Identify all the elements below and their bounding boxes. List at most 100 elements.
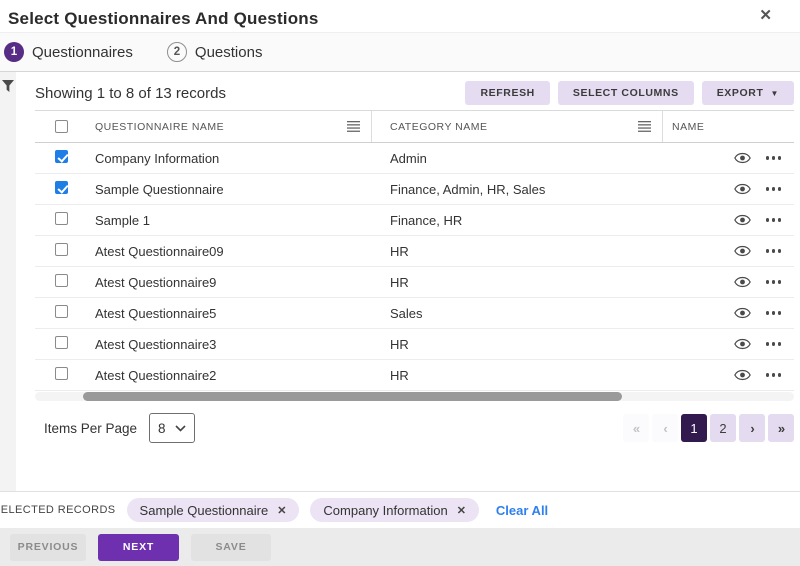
view-eye-icon[interactable] [734, 152, 751, 164]
cell-questionnaire-name: Atest Questionnaire09 [95, 244, 372, 259]
horizontal-scrollbar-thumb[interactable] [83, 392, 622, 401]
view-eye-icon[interactable] [734, 338, 751, 350]
view-eye-icon[interactable] [734, 245, 751, 257]
main-area: Showing 1 to 8 of 13 records REFRESH SEL… [0, 72, 800, 491]
export-button[interactable]: EXPORT ▼ [702, 81, 794, 105]
cell-category-name: HR [372, 337, 663, 352]
select-columns-button-label: SELECT COLUMNS [573, 87, 679, 99]
table-row: Company Information Admin [35, 143, 794, 174]
save-button[interactable]: SAVE [191, 534, 271, 561]
items-per-page-label: Items Per Page [44, 421, 137, 436]
cell-questionnaire-name: Atest Questionnaire5 [95, 306, 372, 321]
footer-bar: PREVIOUS NEXT SAVE [0, 528, 800, 566]
view-eye-icon[interactable] [734, 276, 751, 288]
table-row: Sample 1 Finance, HR [35, 205, 794, 236]
row-menu-icon[interactable] [766, 280, 782, 284]
previous-button[interactable]: PREVIOUS [10, 534, 86, 561]
records-count-text: Showing 1 to 8 of 13 records [35, 85, 226, 102]
row-checkbox[interactable] [55, 150, 68, 163]
step-questionnaires[interactable]: 1 Questionnaires [4, 42, 133, 62]
page-2-button[interactable]: 2 [710, 414, 736, 442]
table-row: Atest Questionnaire2 HR [35, 360, 794, 391]
row-checkbox[interactable] [55, 243, 68, 256]
pager-row: Items Per Page 8 «‹12›» [35, 413, 794, 443]
page-1-button[interactable]: 1 [681, 414, 707, 442]
table-panel: Showing 1 to 8 of 13 records REFRESH SEL… [35, 80, 794, 443]
selected-records-bar: SELECTED RECORDS Sample Questionnaire ✕ … [0, 491, 800, 528]
refresh-button[interactable]: REFRESH [465, 81, 549, 105]
cell-questionnaire-name: Sample 1 [95, 213, 372, 228]
close-icon[interactable]: ✕ [759, 8, 772, 23]
cell-category-name: Finance, Admin, HR, Sales [372, 182, 663, 197]
selected-record-chip: Company Information ✕ [310, 498, 479, 522]
row-checkbox[interactable] [55, 212, 68, 225]
filter-icon[interactable] [2, 80, 14, 491]
cell-category-name: Admin [372, 151, 663, 166]
row-checkbox[interactable] [55, 367, 68, 380]
cell-category-name: Sales [372, 306, 663, 321]
cell-questionnaire-name: Atest Questionnaire3 [95, 337, 372, 352]
row-checkbox[interactable] [55, 181, 68, 194]
column-header-category-name: CATEGORY NAME [390, 121, 488, 133]
column-header-questionnaire-name: QUESTIONNAIRE NAME [95, 121, 224, 133]
page-title: Select Questionnaires And Questions [8, 9, 772, 29]
selected-chips: Sample Questionnaire ✕ Company Informati… [127, 498, 479, 522]
cell-questionnaire-name: Company Information [95, 151, 372, 166]
next-button[interactable]: NEXT [98, 534, 179, 561]
row-menu-icon[interactable] [766, 311, 782, 315]
row-menu-icon[interactable] [766, 156, 782, 160]
table-row: Atest Questionnaire3 HR [35, 329, 794, 360]
step-1-label: Questionnaires [32, 44, 133, 61]
row-menu-icon[interactable] [766, 373, 782, 377]
column-menu-icon[interactable] [347, 121, 360, 132]
chip-remove-icon[interactable]: ✕ [457, 504, 466, 517]
row-checkbox[interactable] [55, 336, 68, 349]
cell-category-name: HR [372, 368, 663, 383]
selected-record-chip: Sample Questionnaire ✕ [127, 498, 300, 522]
column-menu-icon[interactable] [638, 121, 651, 132]
step-bar: 1 Questionnaires 2 Questions [0, 32, 800, 72]
first-page-button: « [623, 414, 649, 442]
row-menu-icon[interactable] [766, 218, 782, 222]
row-checkbox[interactable] [55, 274, 68, 287]
row-menu-icon[interactable] [766, 249, 782, 253]
toolbar: Showing 1 to 8 of 13 records REFRESH SEL… [35, 80, 794, 106]
table-body: Company Information Admin [35, 143, 794, 391]
refresh-button-label: REFRESH [480, 87, 534, 99]
cell-category-name: Finance, HR [372, 213, 663, 228]
cell-questionnaire-name: Atest Questionnaire9 [95, 275, 372, 290]
chip-label: Sample Questionnaire [140, 503, 269, 518]
view-eye-icon[interactable] [734, 369, 751, 381]
view-eye-icon[interactable] [734, 183, 751, 195]
select-columns-button[interactable]: SELECT COLUMNS [558, 81, 694, 105]
horizontal-scrollbar [35, 392, 794, 401]
clear-all-link[interactable]: Clear All [496, 503, 548, 518]
selected-records-label: SELECTED RECORDS [0, 504, 116, 516]
chip-label: Company Information [323, 503, 447, 518]
cell-questionnaire-name: Sample Questionnaire [95, 182, 372, 197]
row-menu-icon[interactable] [766, 187, 782, 191]
select-questionnaires-modal: Select Questionnaires And Questions ✕ 1 … [0, 0, 800, 566]
items-per-page-select[interactable]: 8 [149, 413, 195, 443]
chevron-down-icon: ▼ [770, 89, 779, 98]
table-row: Atest Questionnaire9 HR [35, 267, 794, 298]
view-eye-icon[interactable] [734, 214, 751, 226]
view-eye-icon[interactable] [734, 307, 751, 319]
pagination: «‹12›» [623, 414, 794, 442]
filter-strip [0, 72, 16, 491]
step-2-label: Questions [195, 44, 263, 61]
next-page-button[interactable]: › [739, 414, 765, 442]
export-button-label: EXPORT [717, 87, 764, 99]
chevron-down-icon [175, 425, 186, 432]
last-page-button[interactable]: » [768, 414, 794, 442]
select-all-checkbox[interactable] [55, 120, 68, 133]
row-checkbox[interactable] [55, 305, 68, 318]
table-row: Atest Questionnaire5 Sales [35, 298, 794, 329]
cell-category-name: HR [372, 275, 663, 290]
row-menu-icon[interactable] [766, 342, 782, 346]
cell-category-name: HR [372, 244, 663, 259]
step-questions[interactable]: 2 Questions [167, 42, 263, 62]
items-per-page-value: 8 [158, 421, 166, 436]
toolbar-buttons: REFRESH SELECT COLUMNS EXPORT ▼ [465, 81, 794, 105]
chip-remove-icon[interactable]: ✕ [277, 504, 286, 517]
